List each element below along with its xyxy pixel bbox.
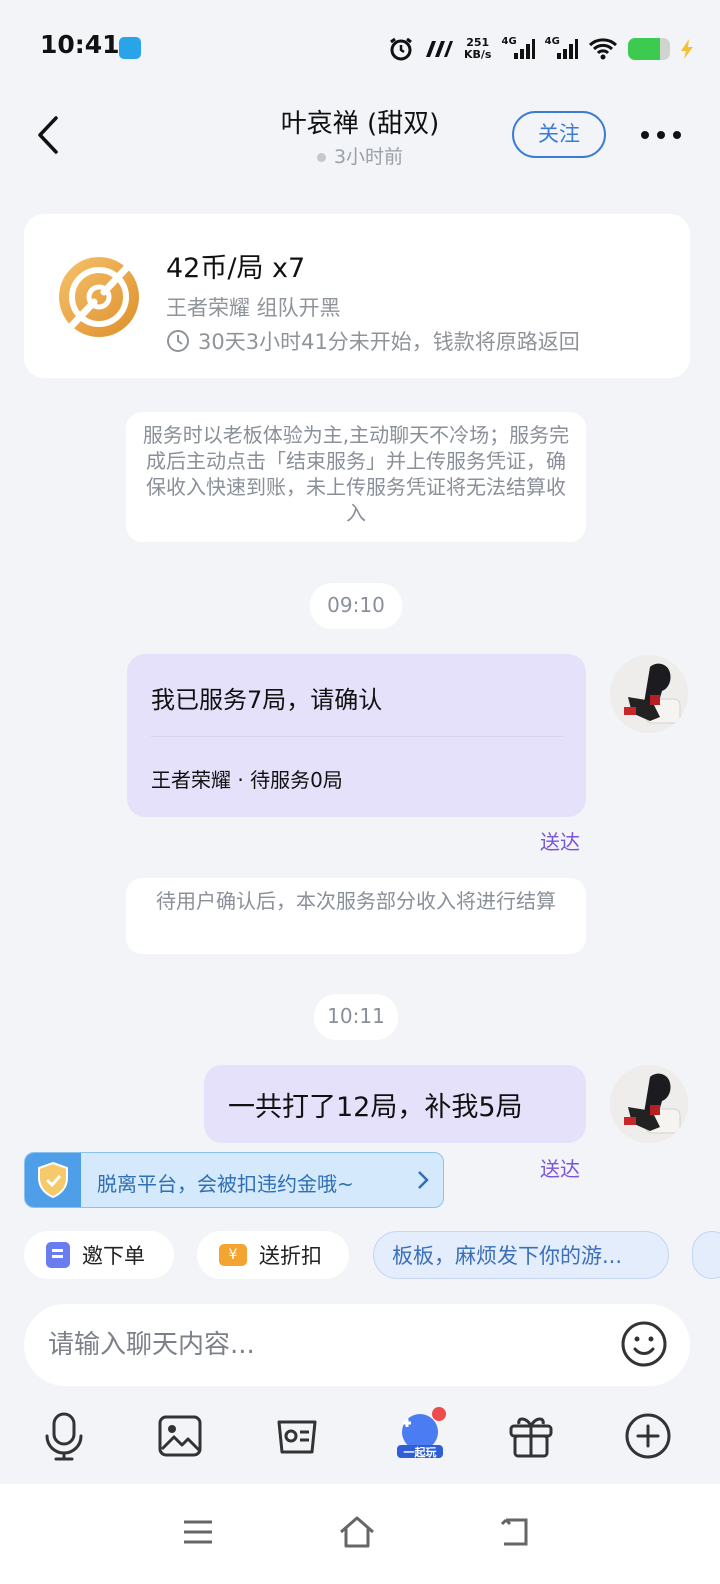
game-card-icon[interactable] — [269, 1408, 325, 1464]
follow-button[interactable]: 关注 — [512, 111, 606, 158]
settle-tip-notice: 待用户确认后，本次服务部分收入将进行结算 — [126, 878, 586, 954]
invite-order-button[interactable]: 邀下单 — [24, 1231, 174, 1279]
avatar-image — [610, 1065, 688, 1143]
battery-icon — [627, 38, 670, 60]
quick-reply-label: 板板，麻烦发下你的游... — [392, 1244, 623, 1268]
last-seen: 3小时前 — [0, 142, 720, 169]
order-timer: 30天3小时41分未开始，钱款将原路返回 — [166, 326, 580, 356]
chat-title: 叶哀禅 (甜双) — [280, 109, 440, 139]
avatar[interactable] — [610, 1065, 688, 1143]
platform-warning-banner[interactable]: 脱离平台，会被扣违约金哦~ — [24, 1152, 444, 1208]
order-icon — [46, 1242, 70, 1268]
back-nav-icon[interactable] — [496, 1512, 536, 1552]
image-icon[interactable] — [152, 1408, 208, 1464]
delivered-status: 送达 — [540, 1157, 580, 1181]
avatar[interactable] — [610, 655, 688, 733]
wifi-icon — [588, 38, 617, 60]
app-notification-icon — [119, 37, 141, 59]
message-text: 一共打了12局，补我5局 — [228, 1092, 523, 1123]
honor-of-kings-logo — [59, 256, 139, 338]
microphone-icon[interactable] — [36, 1408, 92, 1464]
message-bubble[interactable]: 一共打了12局，补我5局 — [204, 1065, 586, 1143]
play-together-icon[interactable]: 一起玩 — [393, 1405, 449, 1461]
menu-icon[interactable] — [178, 1512, 218, 1552]
order-price: 42币/局 x7 — [166, 253, 306, 284]
more-options-icon[interactable] — [637, 121, 685, 149]
chat-input-container — [24, 1304, 690, 1386]
message-subtext: 王者荣耀 · 待服务0局 — [151, 768, 343, 792]
last-seen-text: 3小时前 — [333, 146, 404, 168]
add-more-icon[interactable] — [620, 1408, 676, 1464]
system-nav-bar — [0, 1484, 720, 1584]
alarm-icon — [390, 37, 412, 61]
timestamp-chip: 09:10 — [310, 583, 402, 629]
nfc-icon — [426, 41, 453, 57]
send-discount-label: 送折扣 — [259, 1244, 322, 1268]
invite-order-label: 邀下单 — [82, 1244, 145, 1268]
order-game: 王者荣耀 组队开黑 — [166, 296, 341, 320]
status-icons: 251 KB/s 4G 4G — [388, 32, 696, 66]
order-timer-text: 30天3小时41分未开始，钱款将原路返回 — [198, 330, 580, 354]
clock-icon — [167, 330, 189, 352]
quick-reply-next[interactable] — [692, 1231, 720, 1279]
timestamp-chip: 10:11 — [314, 994, 398, 1040]
status-bar: 10:41 251 KB/s 4G 4G — [0, 0, 720, 96]
warning-text: 脱离平台，会被扣违约金哦~ — [97, 1172, 354, 1196]
message-text: 我已服务7局，请确认 — [151, 686, 383, 714]
warning-icon-box — [25, 1153, 81, 1207]
order-card[interactable]: 42币/局 x7 王者荣耀 组队开黑 30天3小时41分未开始，钱款将原路返回 — [24, 214, 690, 378]
network-type-1: 4G — [501, 35, 517, 47]
status-time: 10:41 — [40, 30, 120, 59]
avatar-image — [610, 655, 688, 733]
network-type-2: 4G — [544, 35, 560, 47]
home-icon[interactable] — [337, 1512, 377, 1552]
coupon-icon: ¥ — [219, 1244, 247, 1266]
charging-icon — [680, 39, 693, 59]
emoji-icon[interactable] — [618, 1318, 670, 1370]
delivered-status: 送达 — [540, 830, 580, 854]
send-discount-button[interactable]: ¥ 送折扣 — [197, 1231, 349, 1279]
play-together-label: 一起玩 — [404, 1445, 437, 1459]
chat-input[interactable] — [48, 1324, 608, 1366]
network-speed: 251 KB/s — [464, 36, 492, 61]
chevron-right-icon — [418, 1171, 429, 1189]
status-dot — [316, 153, 326, 162]
gift-icon[interactable] — [503, 1408, 559, 1464]
message-bubble[interactable]: 我已服务7局，请确认 王者荣耀 · 待服务0局 — [127, 654, 586, 817]
shield-icon — [38, 1161, 68, 1199]
service-tip-notice: 服务时以老板体验为主,主动聊天不冷场；服务完成后主动点击「结束服务」并上传服务凭… — [126, 412, 586, 542]
divider — [151, 736, 563, 737]
quick-reply-ask-game[interactable]: 板板，麻烦发下你的游... — [373, 1231, 669, 1279]
